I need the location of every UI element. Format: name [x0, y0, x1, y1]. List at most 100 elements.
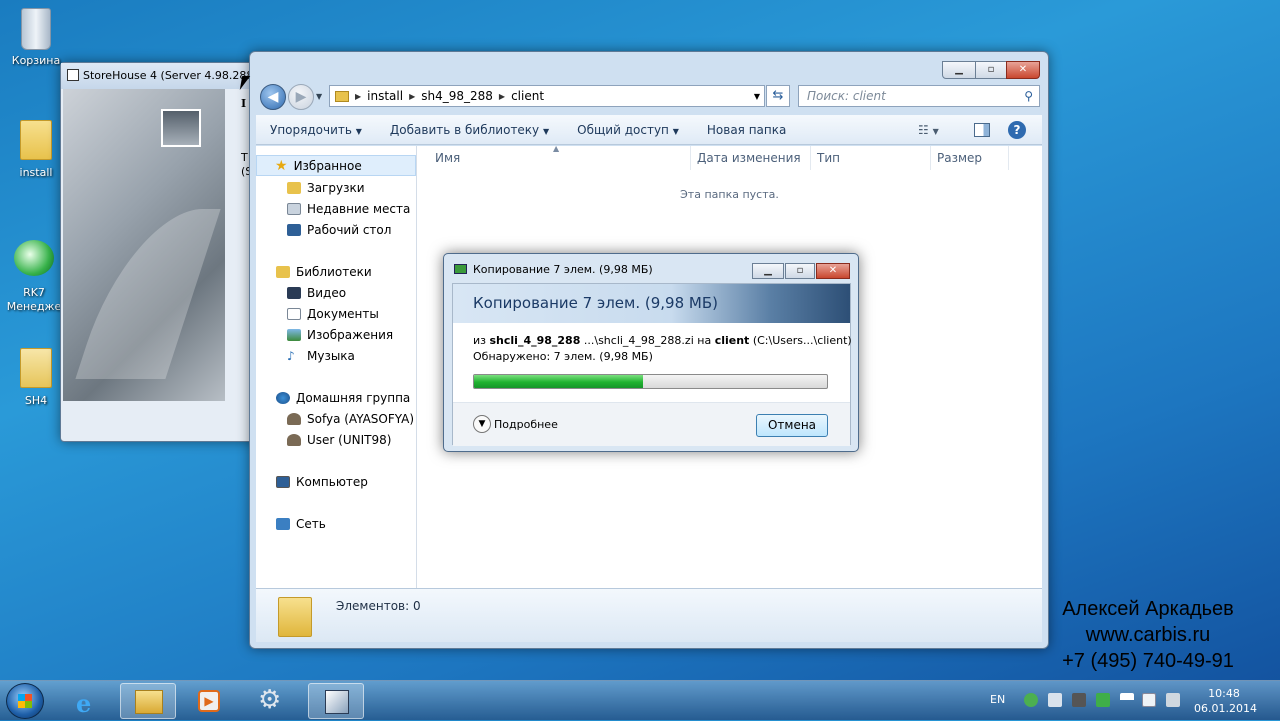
storehouse-splash	[63, 89, 225, 401]
empty-folder-message: Эта папка пуста.	[680, 188, 779, 201]
nav-user-unit98[interactable]: User (UNIT98)	[256, 429, 391, 450]
volume-muted-icon[interactable]	[1166, 693, 1180, 707]
dialog-minimize-button[interactable]: ▁	[752, 263, 784, 279]
images-icon	[287, 328, 301, 341]
video-icon	[287, 286, 301, 299]
storehouse-window[interactable]: StoreHouse 4 (Server 4.98.288) I T (S	[60, 62, 260, 442]
progress-fill	[474, 375, 644, 388]
storehouse-logo-icon	[161, 109, 201, 147]
nav-favorites[interactable]: ★ Избранное	[256, 155, 416, 176]
start-button[interactable]	[6, 683, 44, 719]
internet-explorer-icon: e	[76, 689, 92, 718]
maximize-button[interactable]: ▫	[975, 61, 1007, 79]
nav-video[interactable]: Видео	[256, 282, 346, 303]
network-icon	[276, 517, 290, 530]
nav-downloads[interactable]: Загрузки	[256, 177, 365, 198]
taskbar-storehouse[interactable]	[308, 683, 364, 719]
search-input[interactable]: Поиск: client	[807, 89, 886, 103]
forward-button[interactable]: ▶	[288, 84, 314, 110]
address-dropdown-icon[interactable]: ▼	[754, 92, 760, 101]
more-details-toggle[interactable]: ▼ Подробнее	[473, 415, 558, 433]
update-icon[interactable]	[1096, 693, 1110, 707]
dialog-maximize-button[interactable]: ▫	[785, 263, 815, 279]
copy-dialog-body: Копирование 7 элем. (9,98 МБ) из shcli_4…	[452, 283, 852, 446]
column-name[interactable]: Имя	[429, 146, 691, 170]
taskbar-media-player[interactable]: ▶	[180, 683, 236, 719]
source-name[interactable]: shcli_4_98_288	[490, 334, 581, 347]
nav-homegroup[interactable]: Домашняя группа	[256, 387, 410, 408]
view-options-icon[interactable]: ☷ ▼	[918, 123, 939, 137]
copy-dialog[interactable]: Копирование 7 элем. (9,98 МБ) ▁ ▫ ✕ Копи…	[443, 253, 859, 452]
copy-footer: ▼ Подробнее Отмена	[453, 402, 850, 446]
copy-dialog-title: Копирование 7 элем. (9,98 МБ)	[473, 263, 653, 276]
libraries-icon	[276, 265, 290, 278]
rk7-manager-icon	[14, 240, 54, 276]
sort-arrow-icon: ▲	[553, 144, 560, 153]
nav-music[interactable]: ♪ Музыка	[256, 345, 355, 366]
breadcrumb-install[interactable]: install	[361, 89, 409, 103]
desktop-icon-install[interactable]: install	[6, 120, 66, 180]
search-box[interactable]: Поиск: client ⚲	[798, 85, 1040, 107]
nav-recent[interactable]: Недавние места	[256, 198, 410, 219]
device-icon[interactable]	[1072, 693, 1086, 707]
nav-images[interactable]: Изображения	[256, 324, 393, 345]
nav-libraries[interactable]: Библиотеки	[256, 261, 372, 282]
address-bar[interactable]: ▶ install ▶ sh4_98_288 ▶ client ▼	[329, 85, 765, 107]
nav-documents[interactable]: Документы	[256, 303, 379, 324]
taskbar-settings[interactable]: ⚙	[244, 683, 300, 719]
details-pane: Элементов: 0	[256, 588, 1042, 642]
close-button[interactable]: ✕	[1006, 61, 1040, 79]
clock[interactable]: 10:48 06.01.2014	[1194, 686, 1257, 716]
bluetooth-icon[interactable]	[1048, 693, 1062, 707]
preview-pane-icon[interactable]	[974, 122, 990, 137]
dialog-close-button[interactable]: ✕	[816, 263, 850, 279]
storehouse-titlebar[interactable]: StoreHouse 4 (Server 4.98.288)	[61, 63, 259, 89]
share-menu[interactable]: Общий доступ ▼	[563, 123, 693, 137]
file-icon	[20, 348, 52, 388]
folder-icon	[20, 120, 52, 160]
help-icon[interactable]: ?	[1008, 120, 1026, 139]
taskbar-explorer[interactable]	[120, 683, 176, 719]
action-center-flag-icon[interactable]	[1120, 693, 1134, 707]
item-count: Элементов: 0	[336, 599, 421, 613]
sail-shape	[75, 209, 221, 379]
refresh-button[interactable]: ⇆	[766, 85, 790, 107]
desktop-icon-rk7[interactable]: RK7 Менедже	[4, 236, 64, 314]
back-button[interactable]: ◀	[260, 84, 286, 110]
navigation-pane: ★ Избранное Загрузки Недавние места Рабоч…	[256, 146, 417, 588]
breadcrumb-sh4[interactable]: sh4_98_288	[415, 89, 499, 103]
column-size[interactable]: Размер	[931, 146, 1009, 170]
desktop-icon-sh4[interactable]: SH4	[6, 348, 66, 408]
copy-found-line: Обнаружено: 7 элем. (9,98 МБ)	[473, 350, 653, 363]
author-name: Алексей Аркадьев	[1062, 598, 1234, 620]
network-tray-icon[interactable]	[1024, 693, 1038, 707]
windows-logo-icon	[18, 694, 32, 708]
organize-menu[interactable]: Упорядочить ▼	[256, 123, 376, 137]
recent-places-icon	[287, 202, 301, 215]
gear-icon: ⚙	[258, 685, 282, 715]
add-to-library-menu[interactable]: Добавить в библиотеку ▼	[376, 123, 563, 137]
column-date[interactable]: Дата изменения	[691, 146, 811, 170]
author-watermark: Алексей Аркадьев www.carbis.ru +7 (495) …	[1030, 596, 1266, 674]
history-dropdown-icon[interactable]: ▼	[316, 92, 322, 101]
nav-user-sofya[interactable]: Sofya (AYASOFYA)	[256, 408, 414, 429]
minimize-button[interactable]: ▁	[942, 61, 976, 79]
folder-large-icon	[278, 597, 312, 637]
nav-network[interactable]: Сеть	[256, 513, 326, 534]
destination-name[interactable]: client	[715, 334, 750, 347]
cancel-button[interactable]: Отмена	[756, 414, 828, 437]
copy-icon	[454, 264, 467, 274]
nav-computer[interactable]: Компьютер	[256, 471, 368, 492]
column-type[interactable]: Тип	[811, 146, 931, 170]
homegroup-icon	[276, 391, 290, 404]
media-player-icon: ▶	[198, 690, 220, 712]
breadcrumb-client[interactable]: client	[505, 89, 550, 103]
language-indicator[interactable]: EN	[990, 693, 1005, 706]
new-folder-button[interactable]: Новая папка	[693, 123, 800, 137]
desktop-icon-recycle-bin[interactable]: Корзина	[6, 8, 66, 68]
display-icon[interactable]	[1142, 693, 1156, 707]
taskbar-ie[interactable]: e	[60, 683, 116, 719]
progress-bar	[473, 374, 828, 389]
author-phone: +7 (495) 740-49-91	[1062, 650, 1234, 672]
nav-desktop[interactable]: Рабочий стол	[256, 219, 391, 240]
